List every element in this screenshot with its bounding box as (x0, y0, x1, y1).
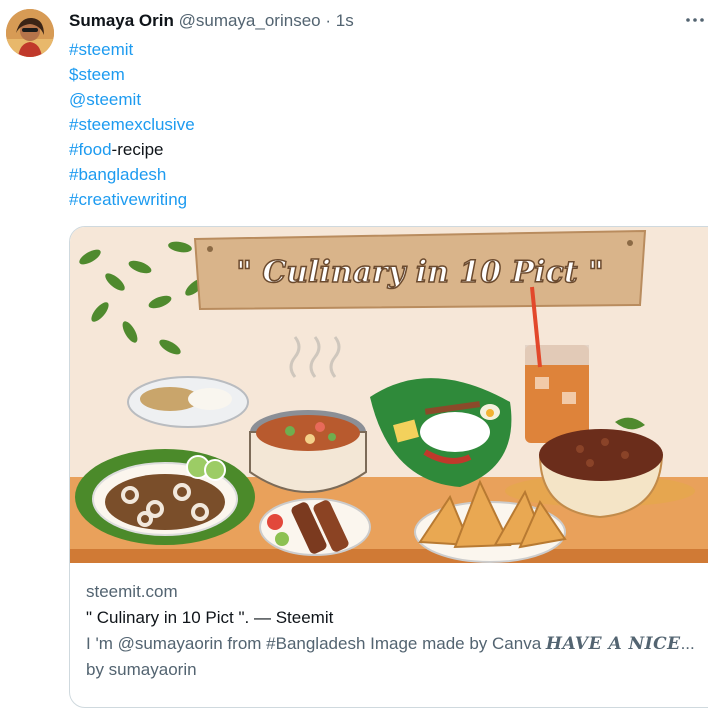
more-horizontal-icon (686, 18, 704, 22)
card-title[interactable]: " Culinary in 10 Pict ". — Steemit (86, 605, 706, 631)
avatar[interactable] (6, 9, 54, 57)
link-card[interactable]: " Culinary in 10 Pict " steemit.com " Cu… (69, 226, 708, 708)
hashtag-link[interactable]: #bangladesh (69, 165, 166, 184)
post-text-line: #creativewriting (69, 187, 195, 212)
hashtag-link[interactable]: #food (69, 140, 112, 159)
timestamp[interactable]: 1s (336, 11, 354, 30)
post-text-line: #steemexclusive (69, 112, 195, 137)
post-text-line: $steem (69, 62, 195, 87)
hashtag-link[interactable]: $steem (69, 65, 125, 84)
post-text-line: #bangladesh (69, 162, 195, 187)
card-desc-prefix: I 'm @sumayaorin from #Bangladesh Image … (86, 634, 546, 653)
post-text-line: #food-recipe (69, 137, 195, 162)
hashtag-link[interactable]: #creativewriting (69, 190, 187, 209)
author-name[interactable]: Sumaya Orin (69, 11, 174, 30)
card-domain: steemit.com (86, 582, 178, 601)
hashtag-link[interactable]: #steemit (69, 40, 133, 59)
avatar-photo (6, 9, 54, 57)
post-text-segment: -recipe (111, 140, 164, 159)
hashtag-link[interactable]: @steemit (69, 90, 141, 109)
more-button[interactable] (683, 8, 707, 32)
post-text-line: @steemit (69, 87, 195, 112)
card-description: I 'm @sumayaorin from #Bangladesh Image … (86, 631, 706, 683)
card-image[interactable]: " Culinary in 10 Pict " (70, 227, 708, 563)
author-handle[interactable]: @sumaya_orinseo (179, 11, 321, 30)
card-desc-bold: HAVE A NICE (545, 634, 681, 654)
card-meta: steemit.com " Culinary in 10 Pict ". — S… (86, 579, 706, 683)
post-header: Sumaya Orin @sumaya_orinseo · 1s (69, 10, 354, 32)
separator-dot: · (325, 11, 332, 30)
post-text: #steemit $steem @steemit #steemexclusive #fo… (69, 37, 195, 212)
hashtag-link[interactable]: #steemexclusive (69, 115, 195, 134)
post-text-line: #steemit (69, 37, 195, 62)
card-image-title: " Culinary in 10 Pict " (236, 255, 604, 290)
